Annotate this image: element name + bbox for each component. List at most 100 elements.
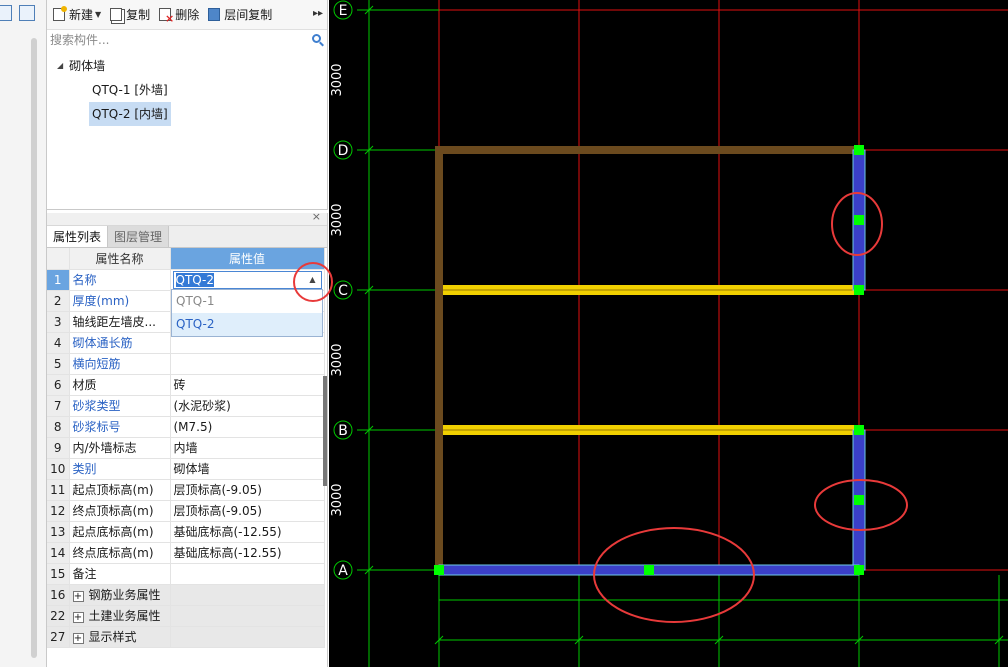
tab-property-list[interactable]: 属性列表	[47, 226, 109, 247]
property-group-label: 显示样式	[88, 630, 137, 644]
property-group-name[interactable]: + 钢筋业务属性	[69, 584, 171, 606]
tree-item-qtq1[interactable]: QTQ-1 [外墙]	[47, 78, 327, 102]
property-group-row[interactable]: 22 + 土建业务属性	[47, 605, 325, 627]
property-row[interactable]: 1 名称 QTQ-2 ▲	[47, 269, 325, 291]
left-scrollbar[interactable]	[31, 38, 37, 658]
row-number: 15	[47, 563, 70, 585]
cad-canvas[interactable]: E D C B A 3000 3000 3000 3000	[329, 0, 1008, 667]
property-name: 砂浆标号	[69, 416, 171, 438]
axis-label: C	[338, 283, 348, 299]
delete-button[interactable]: 删除	[159, 6, 200, 25]
cad-drawing[interactable]: E D C B A 3000 3000 3000 3000	[329, 0, 1008, 667]
property-value[interactable]	[170, 353, 325, 375]
wall-node	[644, 565, 654, 575]
copy-button[interactable]: 复制	[110, 6, 150, 23]
tree-group-label: 砌体墙	[69, 59, 106, 73]
property-row[interactable]: 11 起点顶标高(m) 层顶标高(-9.05)	[47, 479, 325, 501]
row-number: 6	[47, 374, 70, 396]
property-value[interactable]: 砌体墙	[170, 458, 325, 480]
property-group-row[interactable]: 27 + 显示样式	[47, 626, 325, 648]
wall-node	[434, 565, 444, 575]
row-number: 2	[47, 290, 70, 312]
property-value[interactable]: 基础底标高(-12.55)	[170, 521, 325, 543]
copy-icon	[110, 8, 123, 21]
row-number: 3	[47, 311, 70, 333]
property-row[interactable]: 15 备注	[47, 563, 325, 585]
property-row[interactable]: 10 类别 砌体墙	[47, 458, 325, 480]
row-number: 8	[47, 416, 70, 438]
new-icon	[53, 6, 67, 21]
name-edit-text[interactable]: QTQ-2	[175, 272, 215, 287]
property-group-name[interactable]: + 土建业务属性	[69, 605, 171, 627]
property-row[interactable]: 5 横向短筋	[47, 353, 325, 375]
row-number: 16	[47, 584, 70, 606]
chevron-down-icon[interactable]: ▼	[95, 10, 101, 19]
property-scrollbar[interactable]	[323, 376, 327, 486]
property-tabs: 属性列表 图层管理	[47, 226, 327, 248]
property-value[interactable]: 砖	[170, 374, 325, 396]
property-name: 内/外墙标志	[69, 437, 171, 459]
wall-node	[854, 495, 864, 505]
row-number: 11	[47, 479, 70, 501]
property-name: 轴线距左墙皮...	[69, 311, 171, 333]
row-number: 27	[47, 626, 70, 648]
property-group-label: 土建业务属性	[88, 609, 161, 623]
property-value[interactable]: 层顶标高(-9.05)	[170, 479, 325, 501]
property-name: 名称	[69, 269, 171, 291]
property-value[interactable]: 层顶标高(-9.05)	[170, 500, 325, 522]
layer-copy-label: 层间复制	[224, 8, 273, 22]
expand-plus-icon[interactable]: +	[72, 633, 84, 644]
component-toolbar: 新建 ▼ 复制 删除 层间复制 ▸▸	[47, 0, 327, 30]
property-name: 厚度(mm)	[69, 290, 171, 312]
tree-item-qtq2[interactable]: QTQ-2 [内墙]	[47, 102, 327, 126]
delete-label: 删除	[175, 8, 200, 22]
property-row[interactable]: 13 起点底标高(m) 基础底标高(-12.55)	[47, 521, 325, 543]
row-number: 4	[47, 332, 70, 354]
property-value[interactable]	[170, 563, 325, 585]
dimension-label: 3000	[330, 203, 345, 236]
property-group-name[interactable]: + 显示样式	[69, 626, 171, 648]
toolbar-overflow-icon[interactable]: ▸▸	[313, 8, 323, 19]
axis-label: A	[338, 563, 348, 579]
column-header-name: 属性名称	[69, 248, 171, 270]
property-name: 砂浆类型	[69, 395, 171, 417]
property-row[interactable]: 14 终点底标高(m) 基础底标高(-12.55)	[47, 542, 325, 564]
component-search	[47, 30, 327, 50]
search-icon[interactable]	[312, 34, 321, 43]
expand-plus-icon[interactable]: +	[72, 591, 84, 602]
row-number: 1	[47, 269, 70, 291]
row-number: 5	[47, 353, 70, 375]
left-side-strip	[0, 0, 47, 667]
tree-group-masonry-wall[interactable]: ◢ 砌体墙	[47, 54, 327, 78]
list-view-icon[interactable]	[0, 5, 12, 21]
expand-arrow-icon[interactable]: ◢	[57, 54, 63, 78]
row-number: 14	[47, 542, 70, 564]
outer-wall	[435, 146, 859, 154]
property-row[interactable]: 8 砂浆标号 (M7.5)	[47, 416, 325, 438]
dropdown-option-qtq2[interactable]: QTQ-2	[172, 313, 322, 336]
property-value[interactable]: 基础底标高(-12.55)	[170, 542, 325, 564]
property-group-label: 钢筋业务属性	[88, 588, 161, 602]
tab-layer-management[interactable]: 图层管理	[108, 226, 170, 247]
search-input[interactable]	[47, 30, 327, 50]
dimension-label: 3000	[330, 63, 345, 96]
outer-wall	[435, 146, 443, 574]
new-button[interactable]: 新建 ▼	[53, 6, 101, 23]
row-number: 12	[47, 500, 70, 522]
delete-icon	[159, 8, 174, 25]
property-row[interactable]: 6 材质砖	[47, 374, 325, 396]
row-number: 22	[47, 605, 70, 627]
property-name: 砌体通长筋	[69, 332, 171, 354]
property-value[interactable]: (水泥砂浆)	[170, 395, 325, 417]
property-group-value	[170, 584, 325, 606]
expand-plus-icon[interactable]: +	[72, 612, 84, 623]
form-view-icon[interactable]	[19, 5, 35, 21]
property-value[interactable]: 内墙	[170, 437, 325, 459]
property-group-row[interactable]: 16 + 钢筋业务属性	[47, 584, 325, 606]
property-row[interactable]: 9 内/外墙标志 内墙	[47, 437, 325, 459]
property-row[interactable]: 7 砂浆类型 (水泥砂浆)	[47, 395, 325, 417]
close-icon[interactable]: ×	[312, 210, 321, 223]
layer-copy-button[interactable]: 层间复制	[208, 6, 272, 23]
property-row[interactable]: 12 终点顶标高(m) 层顶标高(-9.05)	[47, 500, 325, 522]
property-value[interactable]: (M7.5)	[170, 416, 325, 438]
